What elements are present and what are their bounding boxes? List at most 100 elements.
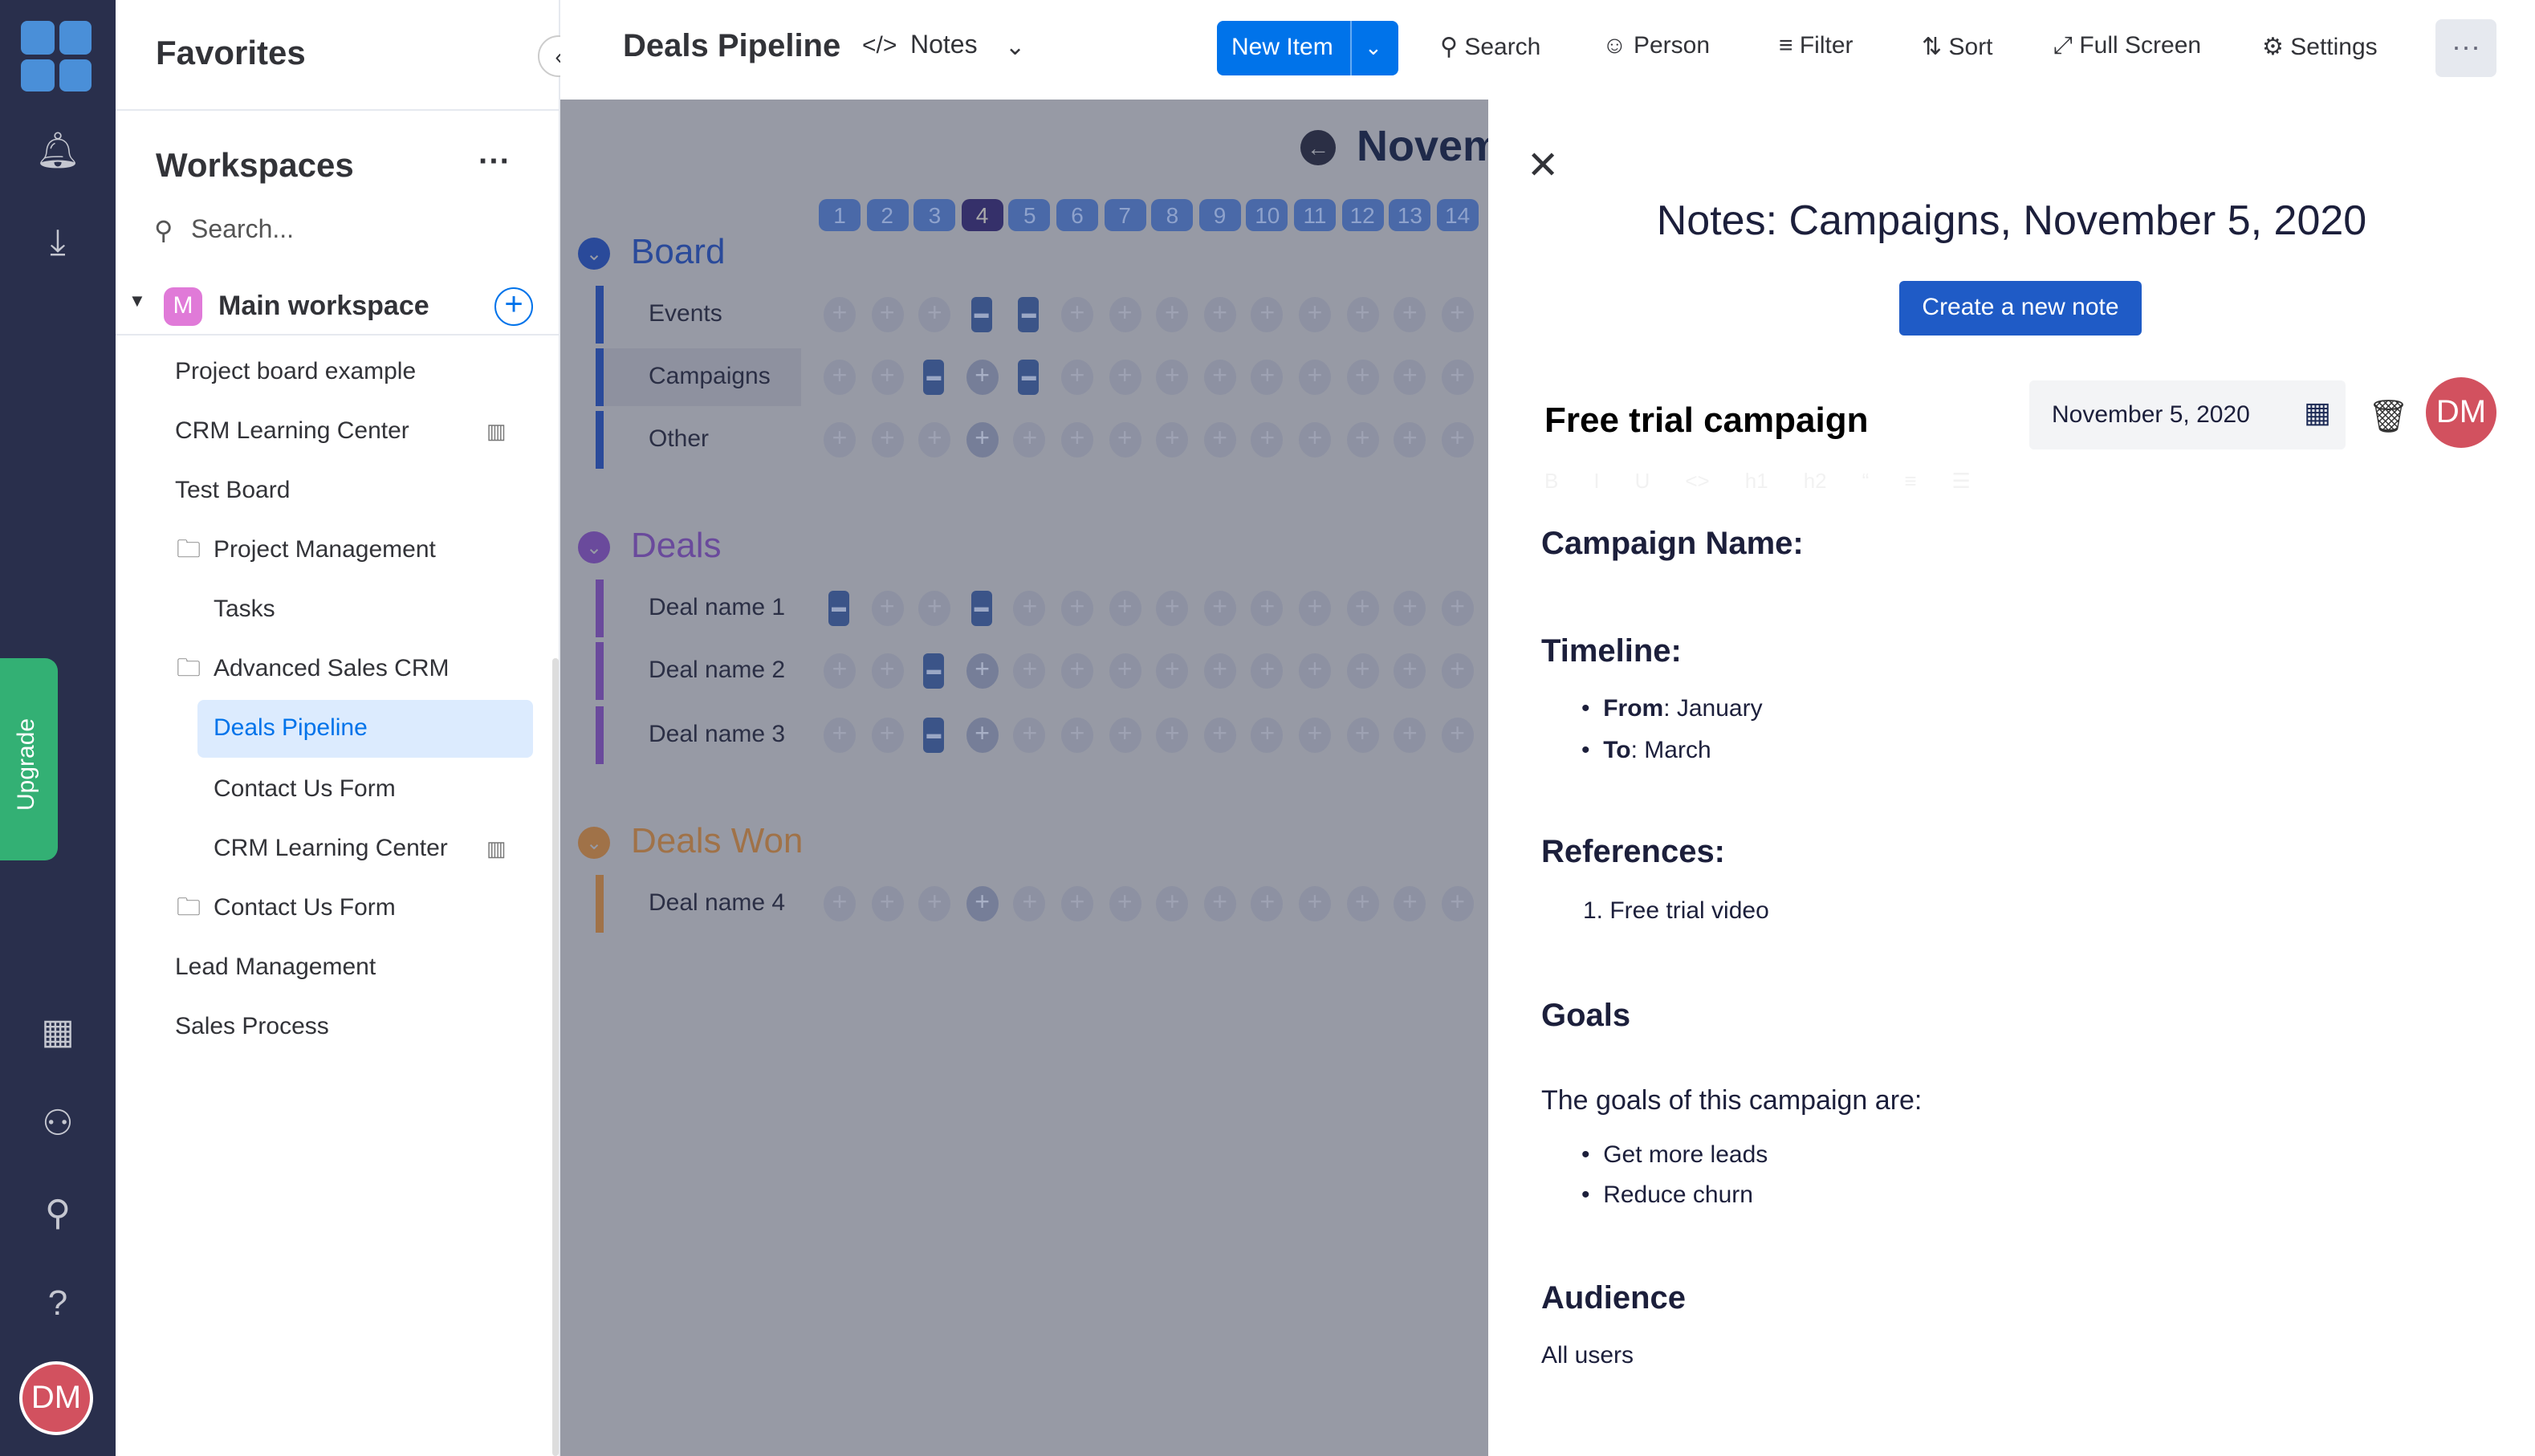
add-note-icon[interactable]: + xyxy=(1394,297,1426,332)
add-note-icon[interactable]: + xyxy=(871,718,904,753)
add-note-icon[interactable]: + xyxy=(1299,422,1331,458)
note-icon[interactable]: ▬ xyxy=(970,297,992,332)
add-note-icon[interactable]: + xyxy=(1061,653,1093,689)
more-options-button[interactable]: ··· xyxy=(2435,19,2496,77)
collapse-group-icon[interactable]: ⌄ xyxy=(578,827,610,859)
add-note-icon[interactable]: + xyxy=(871,422,904,458)
format-button[interactable]: h2 xyxy=(1804,469,1827,494)
sidebar-item[interactable]: 🗀︎ Contact Us Form xyxy=(177,880,517,937)
add-note-icon[interactable]: + xyxy=(918,422,951,458)
workspace-name[interactable]: Main workspace xyxy=(218,291,429,323)
create-note-button[interactable]: Create a new note xyxy=(1899,281,2142,336)
more-icon[interactable]: ··· xyxy=(478,144,511,181)
add-note-icon[interactable]: + xyxy=(1299,653,1331,689)
sidebar-item[interactable]: 🗀︎ Project Management xyxy=(177,522,517,580)
group-title[interactable]: Board xyxy=(631,231,725,273)
note-icon[interactable]: ▬ xyxy=(923,718,945,753)
add-note-icon[interactable]: + xyxy=(1394,360,1426,395)
add-note-icon[interactable]: + xyxy=(918,886,951,921)
add-note-icon[interactable]: + xyxy=(824,422,856,458)
add-note-icon[interactable]: + xyxy=(1109,422,1141,458)
add-note-icon[interactable]: + xyxy=(1299,360,1331,395)
add-note-icon[interactable]: + xyxy=(1203,297,1236,332)
add-note-icon[interactable]: + xyxy=(1299,886,1331,921)
add-note-icon[interactable]: + xyxy=(1203,591,1236,626)
note-icon[interactable]: ▬ xyxy=(970,591,992,626)
filter-button[interactable]: ≡ Filter xyxy=(1779,32,1853,59)
add-note-icon[interactable]: + xyxy=(1156,886,1189,921)
day-number[interactable]: 10 xyxy=(1246,199,1288,231)
row-label[interactable]: Deal name 4 xyxy=(596,875,801,933)
add-note-icon[interactable]: + xyxy=(1156,718,1189,753)
add-note-icon[interactable]: + xyxy=(966,422,999,458)
view-selector[interactable]: Notes xyxy=(910,32,978,61)
day-number[interactable]: 2 xyxy=(866,199,909,231)
help-icon[interactable]: ? xyxy=(35,1281,80,1326)
workspace-search-input[interactable]: Search... xyxy=(191,217,294,246)
day-number[interactable]: 7 xyxy=(1104,199,1146,231)
add-note-icon[interactable]: + xyxy=(1441,653,1474,689)
row-label[interactable]: Deal name 3 xyxy=(596,706,801,764)
add-note-icon[interactable]: + xyxy=(1299,591,1331,626)
person-button[interactable]: ☺ Person xyxy=(1602,32,1710,59)
note-icon[interactable]: ▬ xyxy=(923,653,945,689)
add-note-icon[interactable]: + xyxy=(1441,591,1474,626)
add-note-icon[interactable]: + xyxy=(1346,886,1379,921)
add-note-icon[interactable]: + xyxy=(1394,591,1426,626)
note-icon[interactable]: ▬ xyxy=(1018,297,1040,332)
add-note-icon[interactable]: + xyxy=(1251,297,1284,332)
sidebar-item[interactable]: Tasks xyxy=(214,581,517,639)
add-note-icon[interactable]: + xyxy=(1394,886,1426,921)
add-note-icon[interactable]: + xyxy=(824,360,856,395)
chevron-down-icon[interactable]: ⌄ xyxy=(1365,21,1382,75)
add-note-icon[interactable]: + xyxy=(1109,886,1141,921)
sidebar-item[interactable]: CRM Learning Center xyxy=(175,403,517,461)
add-note-icon[interactable]: + xyxy=(1156,591,1189,626)
sidebar-item[interactable]: Test Board xyxy=(175,462,517,520)
add-note-icon[interactable]: + xyxy=(1394,653,1426,689)
sidebar-item[interactable]: Contact Us Form xyxy=(214,761,517,819)
close-icon[interactable]: ✕ xyxy=(1527,143,1559,189)
chevron-down-icon[interactable]: ⌄ xyxy=(1005,32,1025,61)
row-label[interactable]: Deal name 2 xyxy=(596,642,801,700)
add-note-icon[interactable]: + xyxy=(1346,718,1379,753)
group-title[interactable]: Deals Won xyxy=(631,820,803,862)
new-item-button[interactable]: New Item ⌄ xyxy=(1217,21,1398,75)
avatar[interactable]: DM xyxy=(19,1361,93,1435)
add-note-icon[interactable]: + xyxy=(918,591,951,626)
add-note-icon[interactable]: + xyxy=(1299,297,1331,332)
add-note-icon[interactable]: + xyxy=(1013,886,1046,921)
caret-down-icon[interactable]: ▼ xyxy=(128,292,146,311)
add-note-icon[interactable]: + xyxy=(1394,422,1426,458)
scrollbar[interactable] xyxy=(552,658,559,1456)
prev-month-icon[interactable]: ← xyxy=(1300,130,1336,165)
row-label[interactable]: Other xyxy=(596,411,801,469)
add-note-icon[interactable]: + xyxy=(1061,591,1093,626)
trash-icon[interactable]: 🗑︎ xyxy=(2368,397,2409,437)
bell-icon[interactable]: 🔔︎ xyxy=(35,128,80,173)
add-note-icon[interactable]: + xyxy=(1346,297,1379,332)
sidebar-item[interactable]: Lead Management xyxy=(175,939,517,997)
sidebar-item[interactable]: Deals Pipeline xyxy=(197,700,533,758)
add-note-icon[interactable]: + xyxy=(1441,886,1474,921)
add-note-icon[interactable]: + xyxy=(871,360,904,395)
add-note-icon[interactable]: + xyxy=(1156,422,1189,458)
day-number[interactable]: 9 xyxy=(1198,199,1241,231)
add-note-icon[interactable]: + xyxy=(1346,360,1379,395)
row-label[interactable]: Deal name 1 xyxy=(596,580,801,637)
day-number[interactable]: 5 xyxy=(1008,199,1051,231)
add-note-icon[interactable]: + xyxy=(1346,653,1379,689)
add-note-icon[interactable]: + xyxy=(824,653,856,689)
add-note-icon[interactable]: + xyxy=(1203,360,1236,395)
group-title[interactable]: Deals xyxy=(631,525,722,567)
add-note-icon[interactable]: + xyxy=(1441,718,1474,753)
fullscreen-button[interactable]: ⤢ Full Screen xyxy=(2053,32,2201,59)
add-note-icon[interactable]: + xyxy=(1061,886,1093,921)
add-note-icon[interactable]: + xyxy=(918,297,951,332)
add-note-icon[interactable]: + xyxy=(871,653,904,689)
add-note-icon[interactable]: + xyxy=(1251,653,1284,689)
add-note-icon[interactable]: + xyxy=(966,718,999,753)
add-note-icon[interactable]: + xyxy=(1251,718,1284,753)
format-button[interactable]: I xyxy=(1593,469,1599,494)
add-note-icon[interactable]: + xyxy=(824,718,856,753)
